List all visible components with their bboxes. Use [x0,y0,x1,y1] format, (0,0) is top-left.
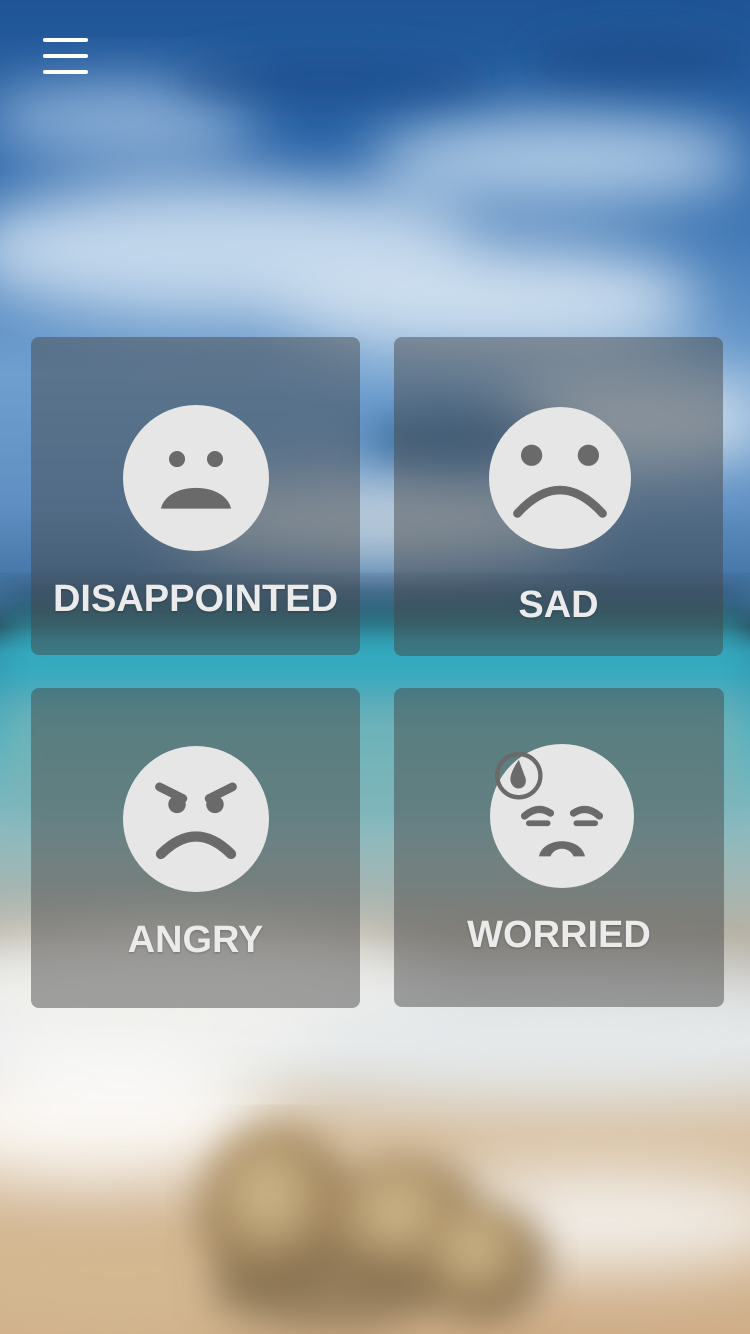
menu-button[interactable] [38,30,94,82]
mood-label-worried: WORRIED [467,914,651,956]
mood-label-disappointed: DISAPPOINTED [52,578,339,620]
mood-tile-worried[interactable]: WORRIED [394,688,724,1007]
angry-face-icon [123,746,269,892]
sad-face-icon [489,407,631,549]
mood-tile-sad[interactable]: SAD [394,337,723,656]
beach-background-image [0,0,750,1334]
mood-label-angry: ANGRY [127,919,264,961]
disappointed-face-icon [123,405,269,551]
mood-label-sad: SAD [518,584,599,626]
mood-tile-disappointed[interactable]: DISAPPOINTED [31,337,360,655]
mood-screen: DISAPPOINTED SAD ANGRY WORRIED [0,0,750,1334]
mood-tile-angry[interactable]: ANGRY [31,688,360,1008]
worried-face-icon [490,744,634,888]
